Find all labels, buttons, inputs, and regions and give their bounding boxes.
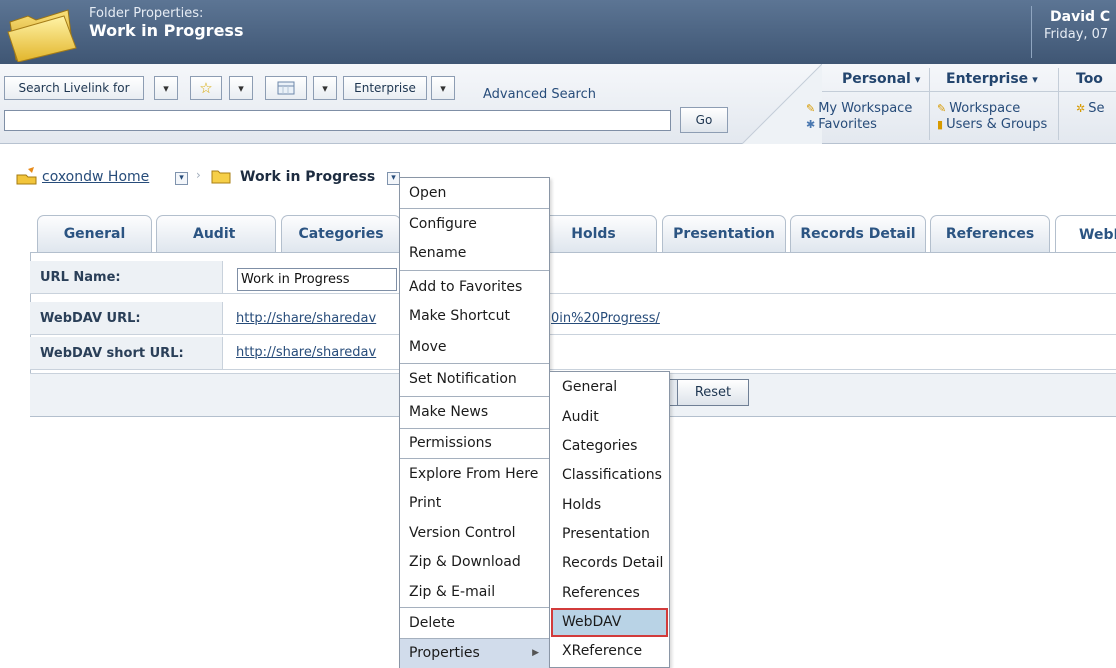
favorites-icon: ✱	[806, 118, 816, 131]
breadcrumb-separator-icon: ›	[196, 168, 201, 182]
favorites-star-icon[interactable]: ☆	[190, 76, 222, 100]
menu-item-properties[interactable]: Properties ▶	[400, 639, 549, 668]
submenu-item-webdav[interactable]: WebDAV	[551, 608, 668, 637]
menu-item-open[interactable]: Open	[400, 179, 549, 208]
header-subtitle: Folder Properties:	[89, 6, 204, 21]
menu-separator	[400, 458, 549, 459]
workspace-icon: ✎	[806, 102, 816, 115]
chevron-down-icon: ▾	[1032, 73, 1038, 86]
submenu-item-presentation[interactable]: Presentation	[551, 520, 668, 549]
folder-context-menu: Open Configure Rename Add to Favorites M…	[399, 177, 550, 668]
breadcrumb-current: Work in Progress	[240, 169, 376, 185]
folder-icon	[211, 170, 231, 184]
webdav-url-label: WebDAV URL:	[30, 302, 223, 334]
menu-item-print[interactable]: Print	[400, 489, 549, 518]
my-workspace-link[interactable]: ✎ My Workspace	[806, 101, 912, 116]
users-groups-icon: ▮	[937, 118, 944, 131]
menu-item-permissions[interactable]: Permissions	[400, 429, 549, 458]
enterprise-workspace-link[interactable]: ✎ Workspace	[937, 101, 1020, 116]
users-groups-link[interactable]: ▮ Users & Groups	[937, 117, 1047, 132]
menu-separator	[400, 396, 549, 397]
enterprise-menu[interactable]: Enterprise ▾	[946, 71, 1038, 87]
menu-item-zip-email[interactable]: Zip & E-mail	[400, 578, 549, 607]
menu-item-rename[interactable]: Rename	[400, 239, 549, 268]
menu-item-add-to-favorites[interactable]: Add to Favorites	[400, 273, 549, 302]
submenu-arrow-icon: ▶	[532, 648, 539, 658]
tools-menu[interactable]: Too	[1076, 71, 1103, 87]
favorites-link[interactable]: ✱ Favorites	[806, 117, 877, 132]
advanced-search-link[interactable]: Advanced Search	[483, 87, 596, 102]
search-for-dropdown-button[interactable]	[154, 76, 178, 100]
search-input[interactable]	[4, 110, 671, 131]
personal-menu[interactable]: Personal ▾	[842, 71, 920, 87]
search-toolbar: Search Livelink for ☆ Enterprise Advance…	[0, 64, 1116, 144]
menu-item-move[interactable]: Move	[400, 333, 549, 362]
webdav-url-link[interactable]: http://share/sharedav	[236, 311, 376, 326]
page-header: Folder Properties: Work in Progress Davi…	[0, 0, 1116, 64]
menu-item-set-notification[interactable]: Set Notification	[400, 365, 549, 394]
submenu-item-categories[interactable]: Categories	[551, 432, 668, 461]
current-date: Friday, 07	[1044, 27, 1109, 42]
home-icon	[16, 167, 38, 189]
form-row-url-name: URL Name:	[30, 261, 1116, 294]
tab-categories[interactable]: Categories	[281, 215, 401, 252]
menu-divider	[929, 68, 930, 140]
tab-webdav[interactable]: WebD	[1055, 215, 1116, 253]
webdav-url-link-tail[interactable]: 0in%20Progress/	[551, 311, 660, 326]
submenu-item-references[interactable]: References	[551, 579, 668, 608]
properties-submenu: General Audit Categories Classifications…	[549, 371, 670, 668]
menu-item-zip-download[interactable]: Zip & Download	[400, 548, 549, 577]
webdav-short-url-label: WebDAV short URL:	[30, 337, 223, 369]
submenu-item-general[interactable]: General	[551, 373, 668, 402]
submenu-item-audit[interactable]: Audit	[551, 403, 668, 432]
chevron-down-icon: ▾	[914, 73, 921, 86]
tab-general[interactable]: General	[37, 215, 152, 252]
folder-logo-icon	[7, 9, 77, 62]
url-name-label: URL Name:	[30, 261, 223, 293]
url-name-input[interactable]	[237, 268, 397, 291]
submenu-item-classifications[interactable]: Classifications	[551, 461, 668, 490]
calendar-icon[interactable]	[265, 76, 307, 100]
submenu-item-holds[interactable]: Holds	[551, 491, 668, 520]
breadcrumb-home-link[interactable]: coxondw Home	[42, 169, 149, 185]
tab-audit[interactable]: Audit	[156, 215, 276, 252]
tab-references[interactable]: References	[930, 215, 1050, 252]
home-dropdown-button[interactable]: ▾	[175, 172, 188, 185]
menu-item-explore-from-here[interactable]: Explore From Here	[400, 460, 549, 489]
favorites-dropdown-button[interactable]	[229, 76, 253, 100]
menu-separator	[400, 607, 549, 608]
menu-item-delete[interactable]: Delete	[400, 609, 549, 638]
menu-item-make-shortcut[interactable]: Make Shortcut	[400, 302, 549, 331]
menu-separator	[400, 208, 549, 209]
settings-icon: ✲	[1076, 102, 1086, 115]
submenu-item-records-detail[interactable]: Records Detail	[551, 549, 668, 578]
user-name: David C	[1050, 9, 1111, 25]
page-title: Work in Progress	[89, 21, 244, 40]
reset-button[interactable]: Reset	[677, 379, 749, 406]
menu-item-make-news[interactable]: Make News	[400, 398, 549, 427]
menu-separator	[400, 363, 549, 364]
menu-divider	[1058, 68, 1059, 140]
date-dropdown-button[interactable]	[313, 76, 337, 100]
search-scope-label[interactable]: Search Livelink for	[4, 76, 144, 100]
enterprise-scope-select[interactable]: Enterprise	[343, 76, 427, 100]
tab-presentation[interactable]: Presentation	[662, 215, 786, 252]
scope-dropdown-button[interactable]	[431, 76, 455, 100]
menu-item-version-control[interactable]: Version Control	[400, 519, 549, 548]
submenu-item-xreference[interactable]: XReference	[551, 637, 668, 666]
workspace-icon: ✎	[937, 102, 947, 115]
form-row-webdav-short-url: WebDAV short URL:	[30, 337, 1116, 370]
header-divider	[1031, 6, 1032, 58]
menu-underline	[822, 91, 1116, 92]
tools-search-link[interactable]: ✲ Se	[1076, 101, 1104, 116]
webdav-short-url-link[interactable]: http://share/sharedav	[236, 345, 376, 360]
tab-records-detail[interactable]: Records Detail	[790, 215, 926, 252]
menu-separator	[400, 270, 549, 271]
go-button[interactable]: Go	[680, 107, 728, 133]
menu-item-configure[interactable]: Configure	[400, 210, 549, 239]
